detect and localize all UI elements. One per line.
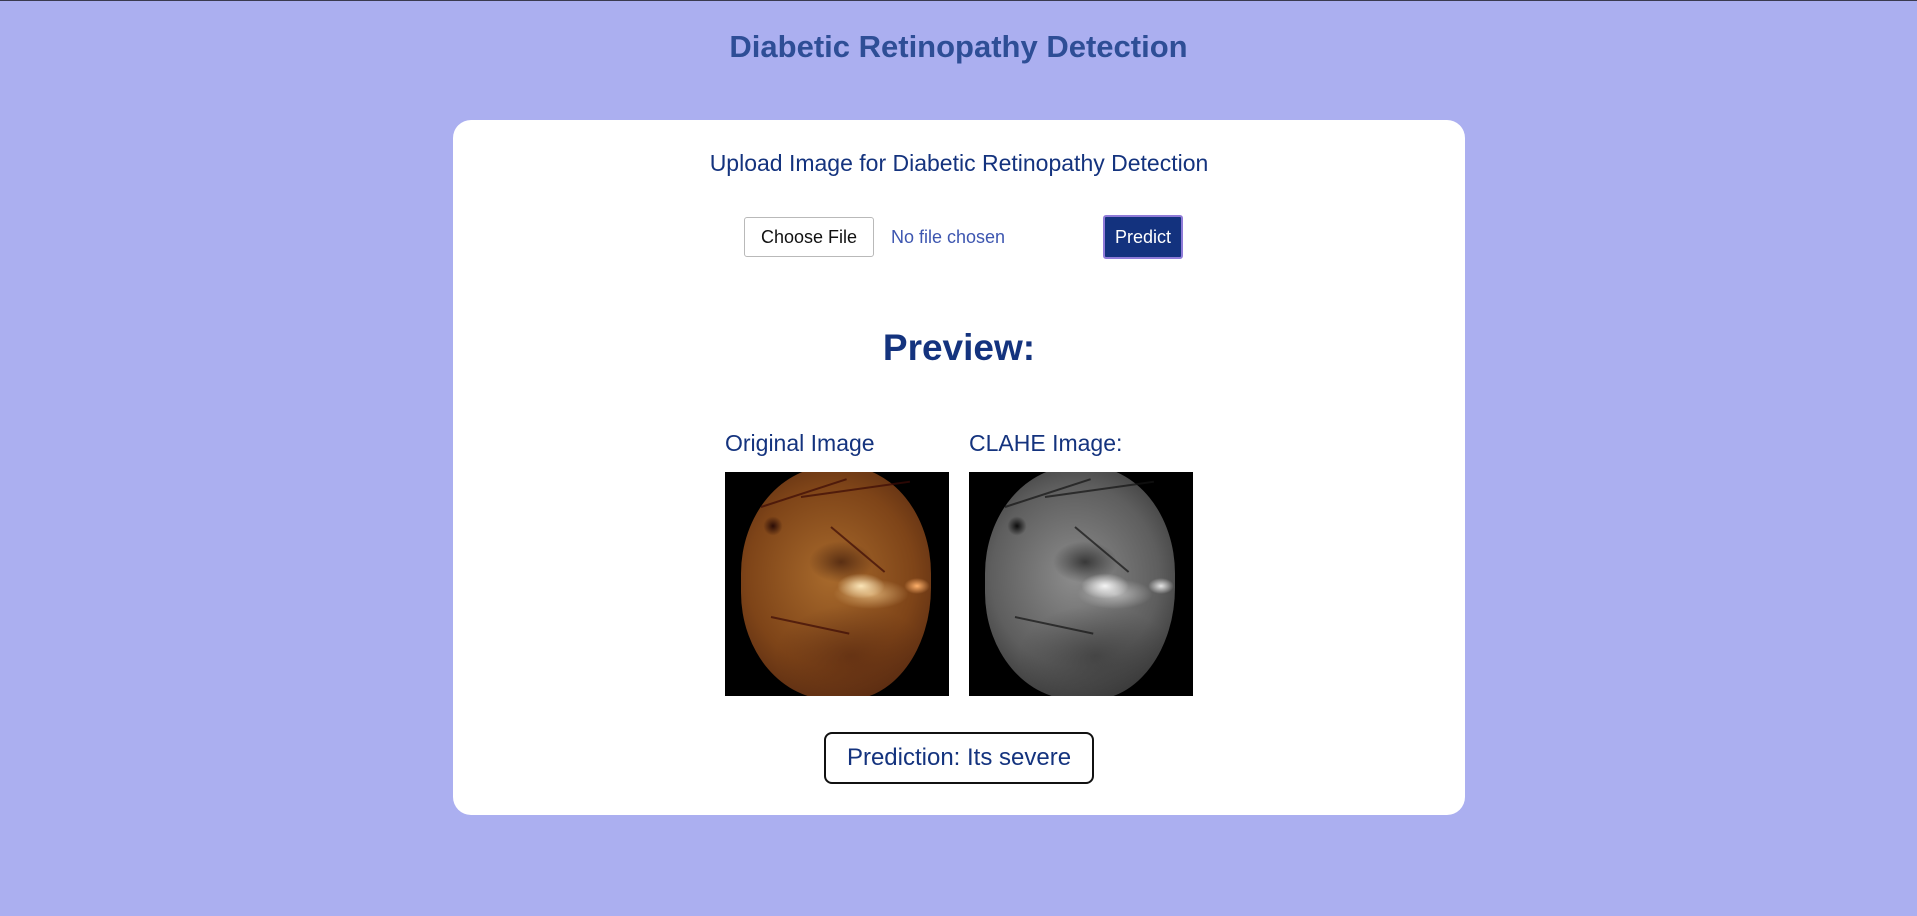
clahe-image (969, 472, 1193, 696)
clahe-fundus-image (985, 472, 1175, 696)
choose-file-button[interactable]: Choose File (744, 217, 874, 257)
original-fundus-image (741, 472, 931, 696)
predict-button[interactable]: Predict (1103, 215, 1183, 259)
clahe-image-label: CLAHE Image: (969, 430, 1123, 456)
preview-heading: Preview: (882, 327, 1036, 368)
upload-heading: Upload Image for Diabetic Retinopathy De… (709, 150, 1209, 176)
page-title: Diabetic Retinopathy Detection (729, 29, 1188, 64)
original-image-label: Original Image (725, 430, 875, 456)
prediction-result: Prediction: Its severe (824, 732, 1094, 784)
clahe-image-column: CLAHE Image: (969, 429, 1193, 696)
original-image-column: Original Image (725, 429, 949, 696)
file-upload-row: Choose File No file chosen Predict (744, 215, 1184, 259)
original-image (725, 472, 949, 696)
upload-card: Upload Image for Diabetic Retinopathy De… (453, 120, 1465, 815)
file-status-text: No file chosen (891, 227, 1006, 247)
